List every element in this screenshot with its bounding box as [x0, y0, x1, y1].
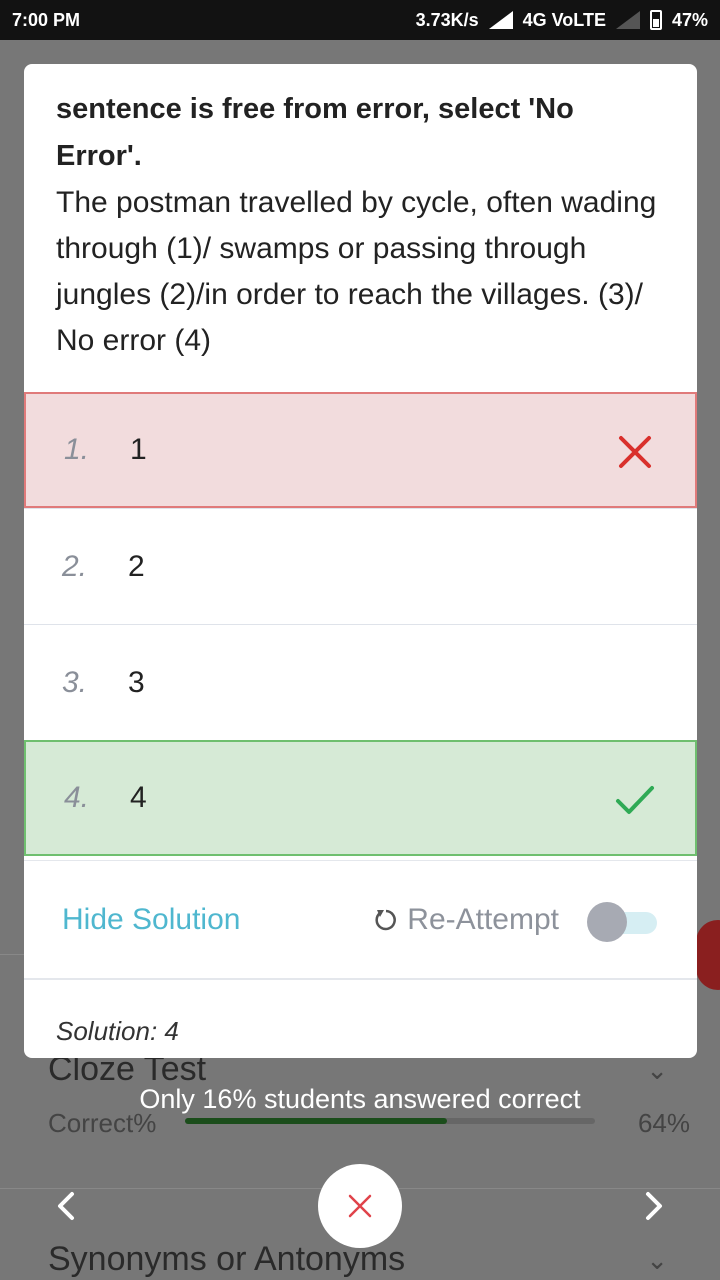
- option-number: 4.: [64, 781, 90, 814]
- battery-icon: [649, 10, 662, 30]
- option-number: 2.: [62, 549, 88, 583]
- bg-progress-bar: [185, 1118, 595, 1124]
- cross-icon: [619, 436, 651, 468]
- status-time: 7:00 PM: [12, 9, 81, 30]
- option-2[interactable]: 2. 2: [24, 508, 697, 624]
- close-icon: [348, 1194, 372, 1218]
- signal-weak-icon: [615, 11, 640, 29]
- option-4[interactable]: 4. 4: [24, 740, 697, 856]
- option-value: 2: [128, 549, 145, 583]
- signal-icon: [488, 11, 513, 29]
- checkmark-icon: [616, 786, 654, 814]
- option-3[interactable]: 3. 3: [24, 624, 697, 740]
- answer-stats-notice: Only 16% students answered correct: [139, 1084, 581, 1114]
- question-instruction: sentence is free from error, select 'No …: [56, 93, 574, 172]
- question-block: sentence is free from error, select 'No …: [24, 64, 697, 364]
- options-list: 1. 1 2. 2 3. 3 4. 4: [24, 392, 697, 856]
- question-text: The postman travelled by cycle, often wa…: [56, 186, 657, 357]
- bg-fab-edge: [696, 920, 720, 990]
- chevron-left-icon[interactable]: [48, 1186, 84, 1226]
- toggle-knob: [587, 901, 627, 942]
- chevron-down-icon[interactable]: ⌄: [646, 1056, 668, 1086]
- option-value: 3: [128, 665, 145, 699]
- chevron-right-icon[interactable]: [636, 1186, 672, 1226]
- bg-progress-fill: [185, 1118, 448, 1124]
- reattempt-control[interactable]: Re-Attempt: [373, 900, 669, 942]
- option-value: 4: [130, 781, 147, 814]
- reattempt-label: Re-Attempt: [407, 902, 559, 936]
- question-card: sentence is free from error, select 'No …: [24, 64, 697, 1058]
- close-button[interactable]: [318, 1164, 402, 1248]
- solution-text: Solution: 4: [56, 1016, 179, 1046]
- option-value: 1: [130, 433, 147, 466]
- status-right: 3.73K/s 4G VoLTE 47%: [416, 10, 708, 31]
- status-bar: 7:00 PM 3.73K/s 4G VoLTE 47%: [0, 0, 720, 40]
- option-number: 3.: [62, 665, 88, 699]
- hide-solution-button[interactable]: Hide Solution: [62, 903, 373, 937]
- reattempt-toggle[interactable]: [587, 900, 657, 942]
- network-speed: 3.73K/s: [415, 9, 479, 30]
- solution-controls: Hide Solution Re-Attempt: [24, 860, 697, 980]
- chevron-down-icon[interactable]: ⌄: [646, 1246, 668, 1276]
- battery-level: 47%: [671, 9, 708, 30]
- network-type: 4G VoLTE: [522, 9, 606, 30]
- option-number: 1.: [64, 433, 90, 466]
- option-1[interactable]: 1. 1: [24, 392, 697, 508]
- reload-icon: [375, 909, 397, 930]
